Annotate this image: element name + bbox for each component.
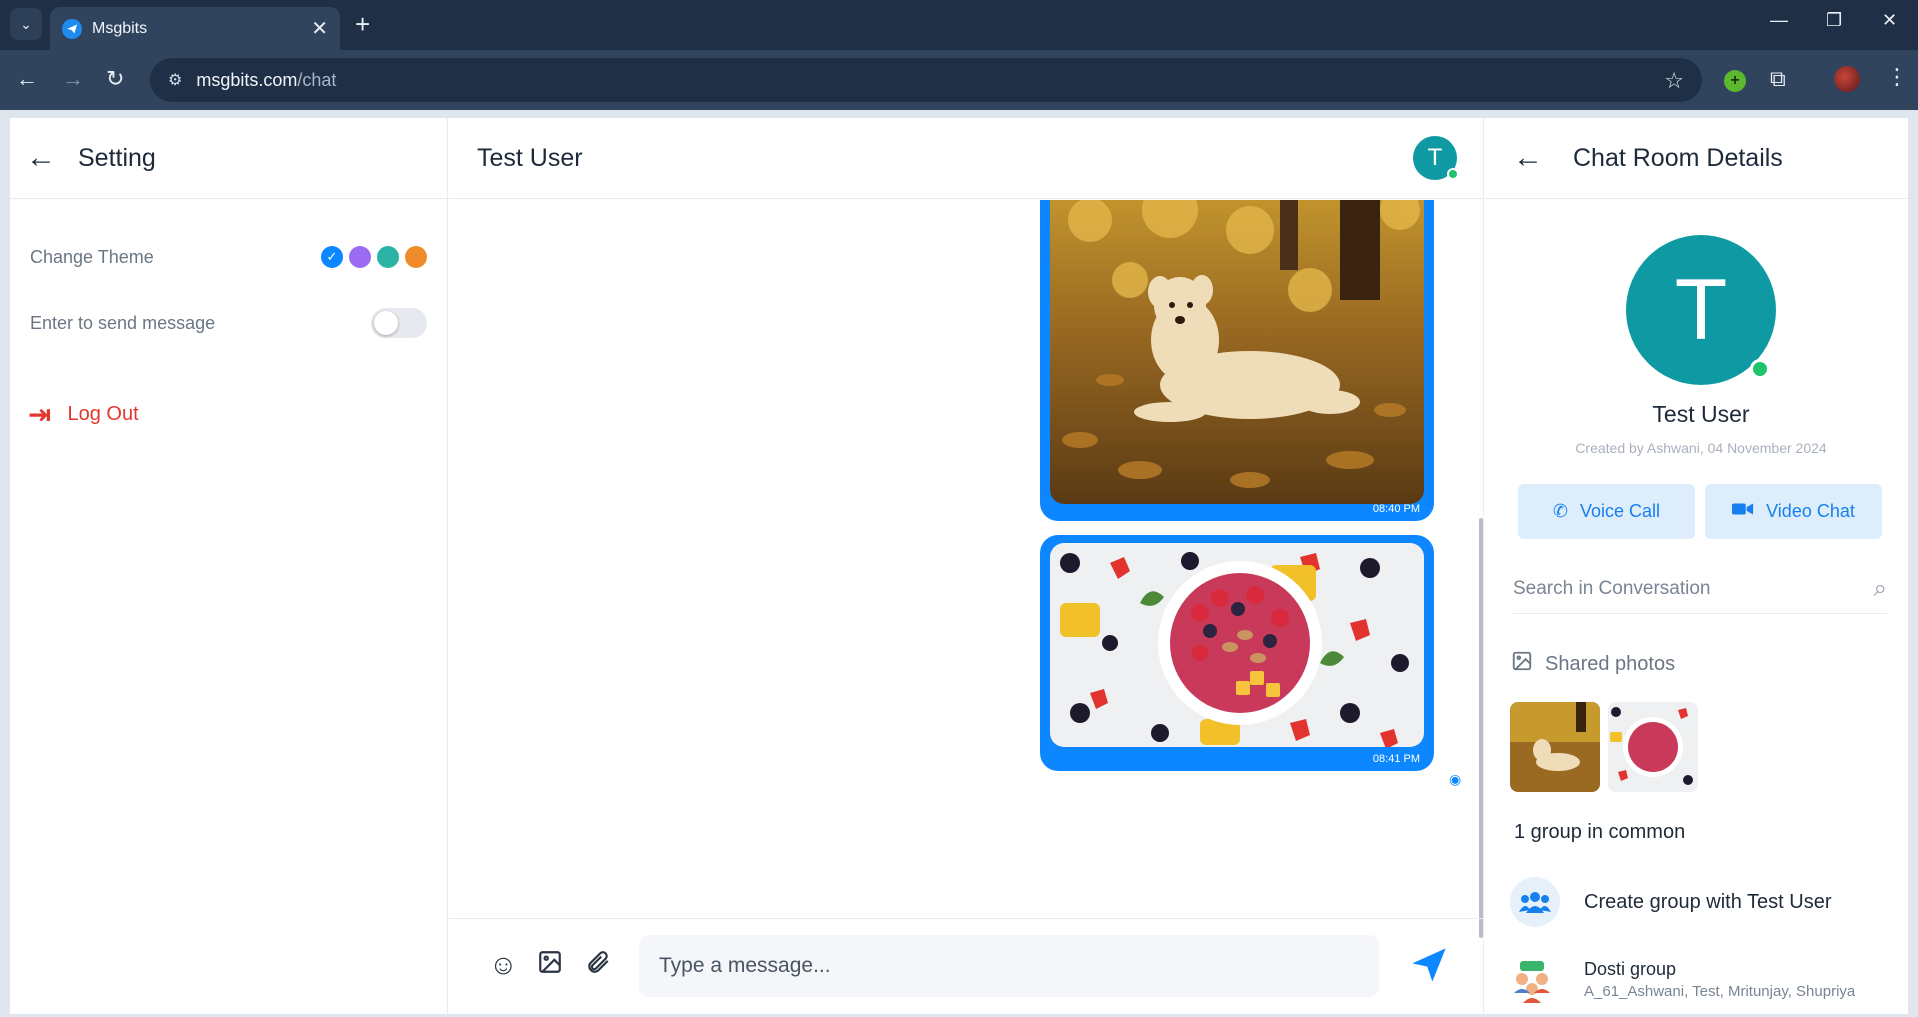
message-composer: ☺	[449, 918, 1484, 1014]
theme-options: ✓	[321, 246, 427, 268]
forward-button[interactable]: →	[62, 66, 84, 92]
common-group-item[interactable]: Dosti group A_61_Ashwani, Test, Mritunja…	[1510, 959, 1855, 1009]
shared-photos-label: Shared photos	[1545, 652, 1676, 675]
seen-eye-icon: ◉	[1449, 771, 1462, 787]
profile-avatar[interactable]	[1834, 66, 1860, 92]
settings-panel: ← Setting Change Theme ✓ Enter to send m…	[10, 118, 448, 1014]
chat-title: Test User	[477, 143, 583, 172]
details-back-arrow-icon[interactable]: ←	[1513, 141, 1543, 175]
enter-to-send-toggle[interactable]	[371, 308, 427, 338]
image-message[interactable]: 08:41 PM	[1040, 535, 1434, 771]
enter-to-send-row: Enter to send message	[30, 308, 427, 338]
create-group-button[interactable]: Create group with Test User	[1510, 877, 1832, 927]
details-panel: ← Chat Room Details T Test User Created …	[1485, 118, 1908, 1014]
groups-in-common-label: 1 group in common	[1514, 821, 1686, 843]
conversation-search: ⌕	[1513, 564, 1887, 614]
change-theme-row: Change Theme ✓	[30, 246, 427, 268]
logout-button[interactable]: ⇥ Log Out	[28, 398, 139, 431]
theme-color-option[interactable]	[377, 246, 399, 268]
group-avatar-icon	[1510, 959, 1560, 1009]
toggle-knob	[374, 311, 398, 335]
back-button[interactable]: ←	[16, 66, 38, 92]
tab-title: Msgbits	[92, 19, 148, 37]
video-camera-icon	[1732, 501, 1754, 522]
address-bar[interactable]: ⚙ msgbits.com/chat ☆	[150, 58, 1702, 102]
tab-search-button[interactable]: ⌄	[10, 8, 42, 40]
message-list[interactable]: 08:40 PM 08:41 PM ◉	[449, 200, 1484, 918]
voice-call-button[interactable]: ✆ Voice Call	[1518, 484, 1695, 539]
url-host: msgbits.com	[196, 69, 298, 90]
theme-color-option[interactable]: ✓	[321, 246, 343, 268]
settings-title: Setting	[78, 143, 156, 172]
created-by-text: Created by Ashwani, 04 November 2024	[1575, 440, 1827, 456]
message-input[interactable]	[639, 935, 1379, 997]
group-name: Dosti group	[1584, 959, 1677, 979]
attachment-icon[interactable]	[585, 949, 611, 982]
settings-back-arrow-icon[interactable]: ←	[26, 141, 56, 175]
search-icon[interactable]: ⌕	[1874, 575, 1887, 603]
dog-photo[interactable]	[1050, 200, 1424, 504]
details-title: Chat Room Details	[1573, 143, 1783, 172]
chat-app: ← Setting Change Theme ✓ Enter to send m…	[10, 118, 1908, 1014]
emoji-icon[interactable]: ☺	[489, 949, 518, 981]
send-icon[interactable]	[1409, 945, 1449, 994]
conversation-search-input[interactable]	[1513, 577, 1874, 600]
video-chat-label: Video Chat	[1766, 501, 1855, 521]
online-status-dot	[1447, 168, 1459, 180]
logout-icon: ⇥	[28, 399, 52, 430]
message-time: 08:41 PM	[1372, 753, 1420, 765]
theme-color-option[interactable]	[405, 246, 427, 268]
browser-menu-icon[interactable]: ⋮	[1886, 64, 1908, 90]
new-tab-button[interactable]: +	[355, 10, 370, 38]
chat-panel: Test User T 08:40 PM 08:41 PM ◉ ☺ Type a…	[449, 118, 1484, 1014]
online-status-dot	[1750, 359, 1770, 379]
enter-to-send-label: Enter to send message	[30, 312, 216, 333]
settings-header: ← Setting	[10, 118, 447, 199]
users-group-icon	[1510, 877, 1560, 927]
extensions-puzzle-icon[interactable]: ⧉	[1770, 66, 1786, 92]
chat-avatar[interactable]: T	[1413, 136, 1459, 180]
bookmark-star-icon[interactable]: ☆	[1664, 68, 1684, 94]
shared-photo-thumbnail[interactable]	[1608, 702, 1698, 792]
photo-gallery-icon	[1511, 650, 1533, 678]
tab-close-icon[interactable]: ✕	[311, 16, 328, 41]
logout-label: Log Out	[67, 403, 139, 425]
fruit-bowl-photo[interactable]	[1050, 543, 1424, 747]
minimize-button[interactable]: —	[1770, 10, 1788, 31]
profile-avatar-large: T	[1626, 235, 1776, 385]
create-group-label: Create group with Test User	[1584, 890, 1832, 913]
restore-button[interactable]: ❐	[1826, 10, 1842, 31]
details-header: ← Chat Room Details	[1485, 118, 1908, 199]
chat-avatar-letter: T	[1427, 144, 1443, 171]
group-members: A_61_Ashwani, Test, Mritunjay, Shupriya	[1584, 983, 1856, 1000]
profile-name: Test User	[1652, 401, 1750, 427]
change-theme-label: Change Theme	[30, 246, 154, 267]
image-upload-icon[interactable]	[537, 949, 563, 982]
voice-call-label: Voice Call	[1580, 501, 1661, 521]
close-window-button[interactable]: ✕	[1882, 10, 1897, 31]
theme-color-option[interactable]	[349, 246, 371, 268]
url-path: /chat	[297, 69, 337, 90]
site-settings-icon[interactable]: ⚙	[168, 70, 182, 90]
image-message[interactable]: 08:40 PM	[1040, 200, 1434, 521]
phone-icon: ✆	[1552, 501, 1569, 521]
shared-photos-grid	[1510, 702, 1698, 792]
reload-button[interactable]: ↻	[106, 66, 124, 92]
profile-avatar-letter: T	[1674, 261, 1728, 358]
message-scrollbar[interactable]	[1479, 518, 1483, 938]
shared-photos-heading: Shared photos	[1511, 650, 1675, 678]
chat-header: Test User T	[449, 118, 1483, 199]
video-chat-button[interactable]: Video Chat	[1705, 484, 1882, 539]
favicon-icon	[62, 18, 82, 39]
browser-tab[interactable]: Msgbits ✕	[50, 7, 340, 50]
extension-icon[interactable]: +	[1724, 70, 1746, 92]
shared-photo-thumbnail[interactable]	[1510, 702, 1600, 792]
message-time: 08:40 PM	[1372, 503, 1420, 515]
browser-toolbar: ← → ↻ ⚙ msgbits.com/chat ☆ + ⧉ ⋮	[0, 50, 1918, 110]
browser-tab-bar: ⌄ Msgbits ✕ + — ❐ ✕	[0, 0, 1918, 50]
check-icon: ✓	[326, 249, 338, 264]
